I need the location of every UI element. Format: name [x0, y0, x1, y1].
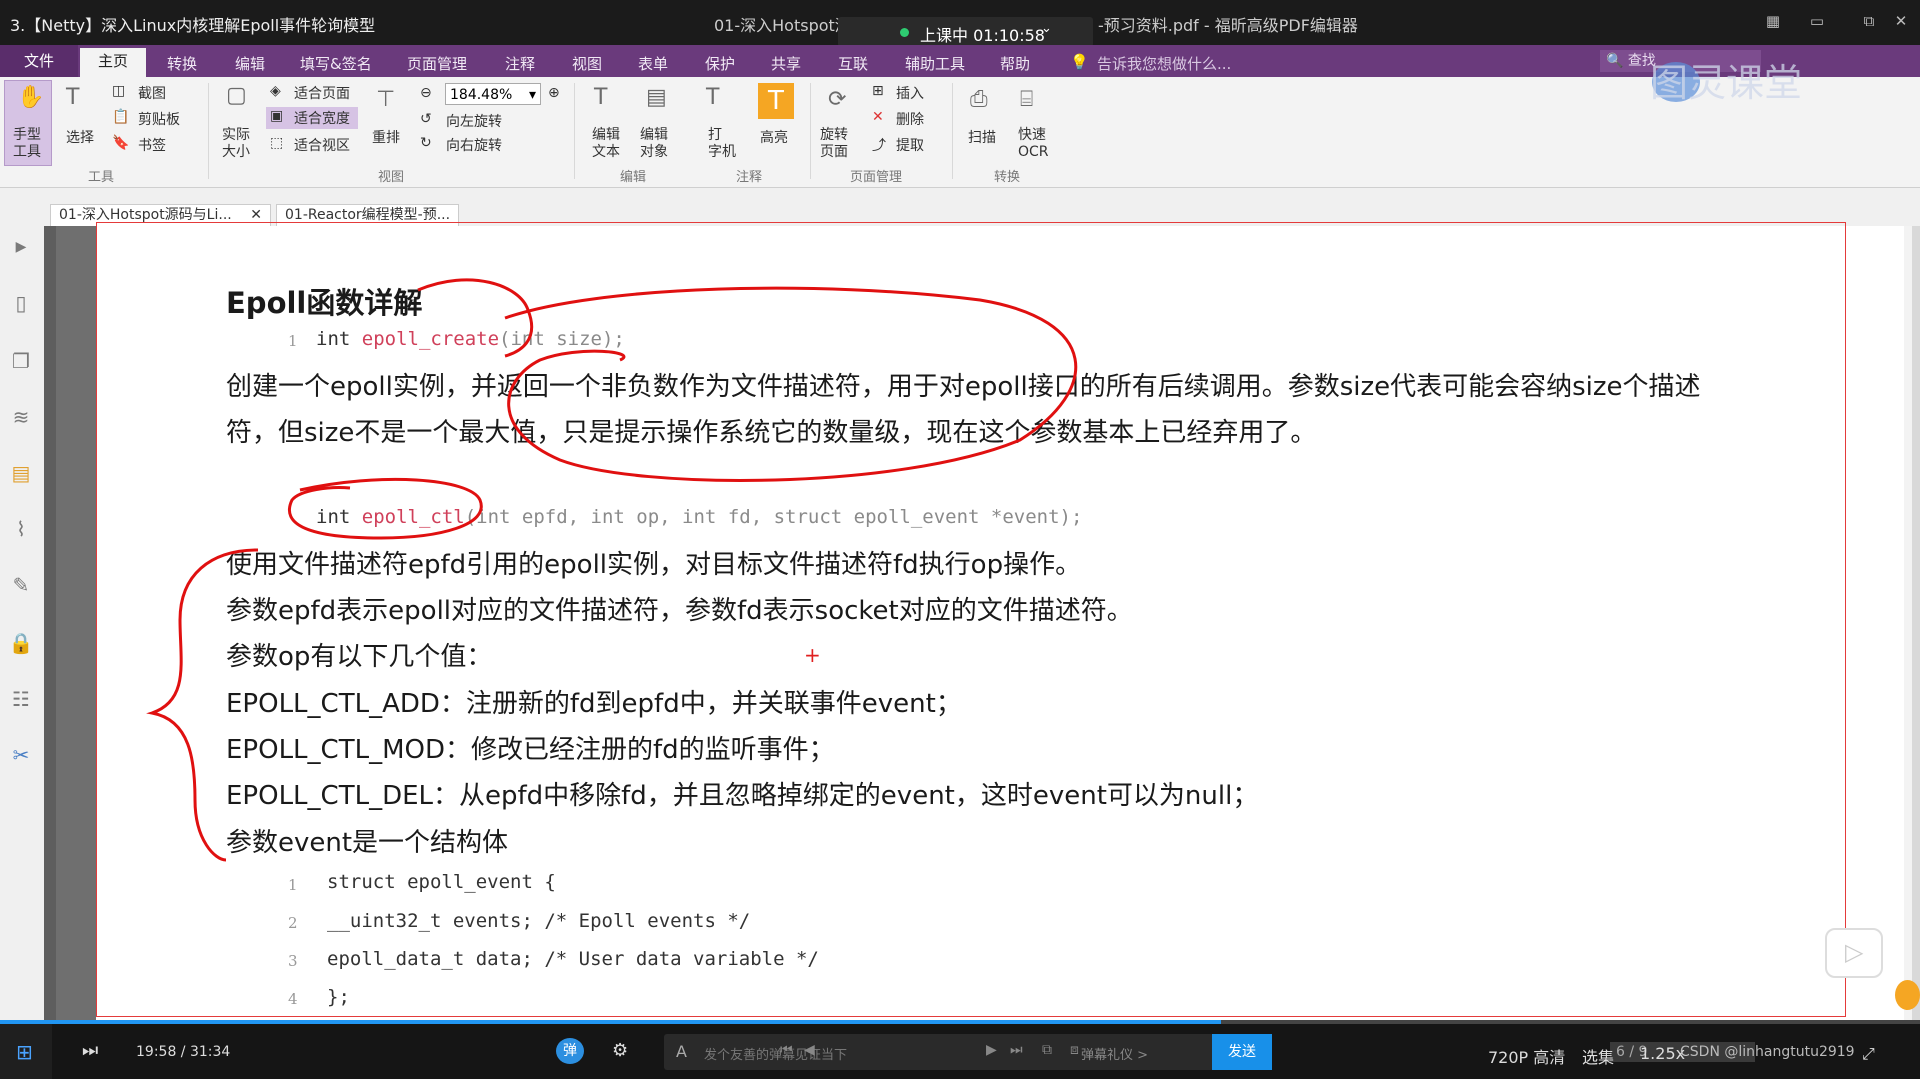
ink-circle-ctl	[287, 477, 483, 540]
video-player-bar: ⊞ ⏭ 19:58 / 31:34 弹 ⚙ A 发个友善的弹幕见证当下 弹幕礼仪…	[0, 1024, 1920, 1079]
ink-annotations	[146, 278, 1078, 862]
danmaku-settings-icon[interactable]: ⚙	[612, 1040, 628, 1061]
csdn-watermark: CSDN @linhangtutu2919	[1680, 1044, 1855, 1060]
first-page-icon[interactable]: ⏮	[780, 1042, 793, 1058]
next-page-icon[interactable]: ▶	[986, 1042, 997, 1058]
play-icon: ▷	[1845, 938, 1864, 966]
episodes-button[interactable]: 选集	[1582, 1044, 1614, 1068]
ink-curly-brace	[146, 548, 259, 862]
quality-select[interactable]: 720P 高清	[1488, 1044, 1565, 1068]
assistant-bubble-icon[interactable]	[1895, 980, 1920, 1010]
pdf-page-navigation: ⏮ ◀ 6 / 9 ▶ ⏭ ⧉ ⧈	[780, 1042, 1755, 1064]
windows-start-icon[interactable]: ⊞	[0, 1024, 52, 1079]
ink-ellipse-large	[504, 286, 1078, 482]
fullscreen-icon[interactable]: ⤢	[1862, 1044, 1875, 1064]
time-display: 19:58 / 31:34	[136, 1044, 231, 1060]
speed-select[interactable]: 1.25x	[1640, 1044, 1685, 1063]
view-mode-icon[interactable]: ⧉	[1042, 1042, 1052, 1058]
danmaku-toggle-icon[interactable]: 弹	[556, 1038, 584, 1064]
split-view-icon[interactable]: ⧈	[1070, 1042, 1079, 1058]
last-page-icon[interactable]: ⏭	[1010, 1042, 1023, 1058]
play-button[interactable]: ▷	[1825, 928, 1883, 978]
ink-circle-create	[417, 278, 534, 358]
send-button[interactable]: 发送	[1212, 1034, 1272, 1070]
next-icon[interactable]: ⏭	[82, 1040, 98, 1061]
prev-page-icon[interactable]: ◀	[804, 1042, 815, 1058]
text-style-icon[interactable]: A	[676, 1042, 687, 1061]
